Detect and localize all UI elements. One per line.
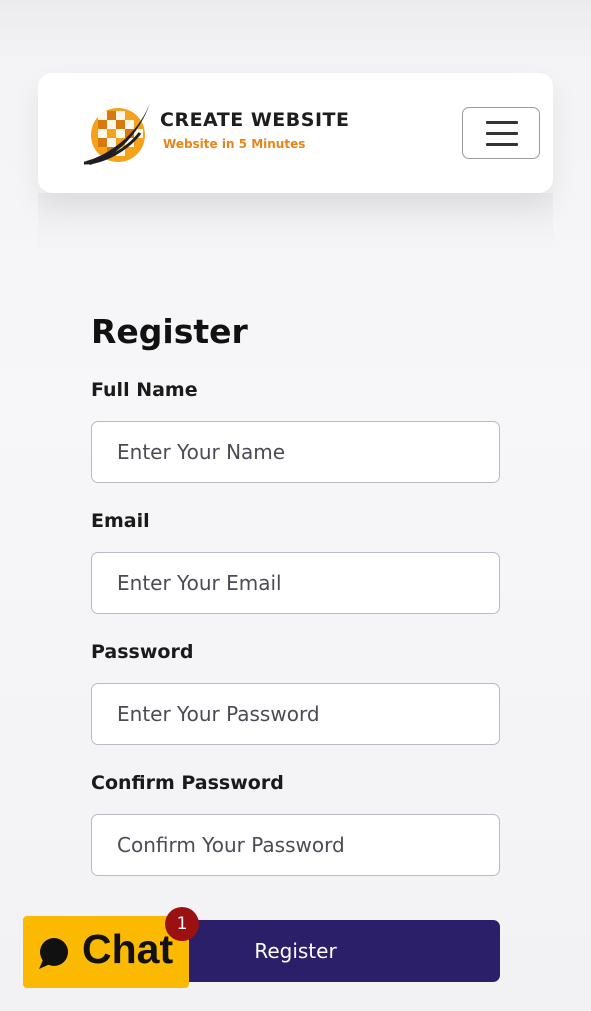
hamburger-menu-button[interactable] (462, 107, 540, 159)
chat-widget-button[interactable]: Chat (23, 916, 189, 988)
password-input[interactable] (91, 683, 500, 745)
chat-bubble-icon (39, 938, 68, 969)
navbar: CREATE WEBSITE Website in 5 Minutes (38, 73, 553, 193)
full-name-input[interactable] (91, 421, 500, 483)
full-name-label: Full Name (91, 379, 198, 401)
page-title: Register (91, 312, 248, 351)
logo-link[interactable]: CREATE WEBSITE Website in 5 Minutes (82, 97, 372, 171)
password-label: Password (91, 641, 194, 663)
logo-tagline: Website in 5 Minutes (163, 137, 306, 151)
confirm-password-label: Confirm Password (91, 772, 284, 794)
top-background-fade (0, 0, 591, 60)
email-input[interactable] (91, 552, 500, 614)
confirm-password-input[interactable] (91, 814, 500, 876)
chat-label: Chat (82, 926, 174, 972)
chat-notification-badge: 1 (165, 907, 199, 941)
email-label: Email (91, 510, 150, 532)
navbar-shadow (38, 193, 553, 253)
logo-title: CREATE WEBSITE (160, 109, 350, 131)
globe-logo-icon (83, 103, 150, 165)
